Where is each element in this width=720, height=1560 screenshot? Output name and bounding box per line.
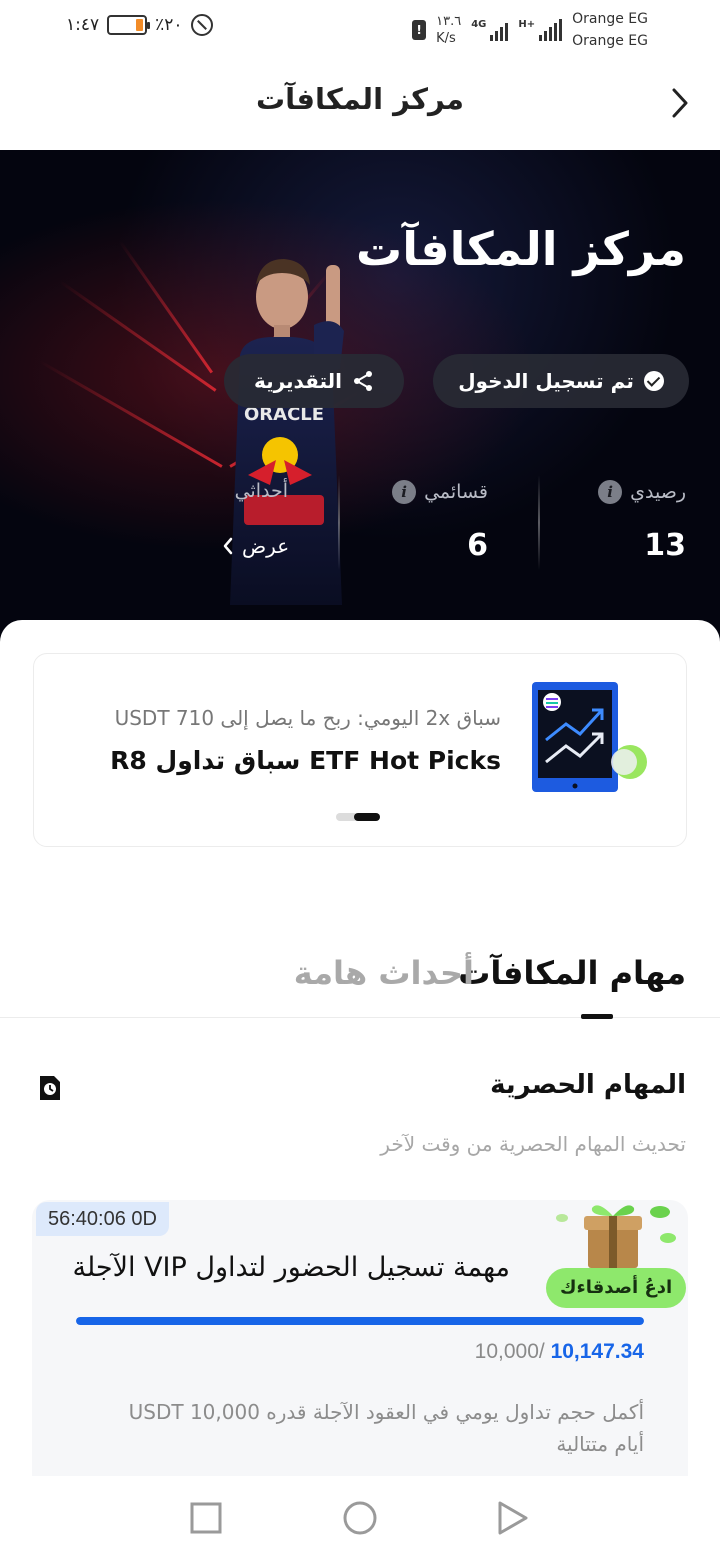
alert-icon: ! xyxy=(412,20,427,40)
coupons-value: 6 xyxy=(467,528,488,563)
section-subtitle: تحديث المهام الحصرية من وقت لآخر xyxy=(380,1132,686,1156)
signed-in-button[interactable]: تم تسجيل الدخول xyxy=(433,354,689,408)
promo-carousel-card[interactable]: سباق 2x اليومي: ربح ما يصل إلى USDT 710 … xyxy=(33,653,687,847)
hero-banner: ORACLE مركز المكافآت تم تسجيل الدخول الت… xyxy=(0,150,720,650)
page-title: مركز المكافآت xyxy=(255,82,465,116)
battery-fill xyxy=(135,19,144,31)
status-bar: ١:٤٧ ٪٢٠ ! ١٣.٦ K/s 4G H+ Orange EG Oran… xyxy=(0,0,720,56)
back-triangle-icon[interactable] xyxy=(496,1500,530,1536)
status-right: ! ١٣.٦ K/s 4G H+ Orange EG Orange EG xyxy=(412,8,648,52)
balance-stat: رصيدي i xyxy=(598,480,686,504)
content-sheet: سباق 2x اليومي: ربح ما يصل إلى USDT 710 … xyxy=(0,620,720,1480)
info-icon[interactable]: i xyxy=(598,480,623,504)
status-left: ١:٤٧ ٪٢٠ xyxy=(66,14,213,36)
view-events-link[interactable]: عرض xyxy=(222,534,289,558)
progress-fill xyxy=(76,1317,644,1325)
tab-reward-tasks[interactable]: مهام المكافآت xyxy=(458,954,686,992)
hero-title: مركز المكافآت xyxy=(356,222,686,276)
section-title: المهام الحصرية xyxy=(490,1070,686,1100)
network-type-4g: 4G xyxy=(471,19,487,30)
divider xyxy=(538,475,540,570)
coupons-stat: قسائمي i xyxy=(392,480,488,504)
tab-bar: مهام المكافآت أحداث هامة xyxy=(0,950,720,1019)
chevron-left-icon xyxy=(223,537,233,555)
active-tab-indicator xyxy=(581,1014,613,1019)
recents-square-icon[interactable] xyxy=(190,1502,222,1534)
events-label: أحداثي xyxy=(234,480,288,502)
home-circle-icon[interactable] xyxy=(342,1500,378,1536)
events-stat: أحداثي xyxy=(235,480,288,502)
tab-major-events[interactable]: أحداث هامة xyxy=(294,954,474,992)
carrier-2: Orange EG xyxy=(572,33,648,49)
network-type-h: H+ xyxy=(518,19,536,30)
balance-label: رصيدي xyxy=(630,481,686,503)
task-amounts: 10,000/ 10,147.34 xyxy=(475,1340,644,1364)
network-speed: ١٣.٦ K/s xyxy=(436,13,461,47)
battery-percent: ٪٢٠ xyxy=(155,15,183,35)
history-icon[interactable] xyxy=(37,1074,63,1102)
countdown-timer: 56:40:06 0D xyxy=(36,1202,169,1236)
signal-4g-icon: 4G xyxy=(471,19,509,41)
share-label: التقديرية xyxy=(253,369,343,393)
signal-h-icon: H+ xyxy=(518,19,563,41)
carousel-indicator xyxy=(336,813,380,821)
current-amount: 10,147.34 xyxy=(550,1340,644,1363)
task-title: مهمة تسجيل الحضور لتداول VIP الآجلة xyxy=(72,1252,510,1283)
info-icon[interactable]: i xyxy=(392,480,417,504)
chevron-right-icon[interactable] xyxy=(668,86,692,120)
trading-tablet-icon xyxy=(532,682,647,792)
speed-unit: K/s xyxy=(436,31,456,46)
divider xyxy=(338,475,340,570)
view-label: عرض xyxy=(242,534,290,558)
carousel-dot-active[interactable] xyxy=(354,813,380,821)
promo-subtitle: سباق 2x اليومي: ربح ما يصل إلى USDT 710 xyxy=(114,706,501,730)
do-not-disturb-icon xyxy=(190,14,213,36)
promo-title: ETF Hot Picks سباق تداول R8 xyxy=(110,746,501,775)
balance-value: 13 xyxy=(644,528,686,563)
task-description: أكمل حجم تداول يومي في العقود الآجلة قدر… xyxy=(128,1400,644,1456)
speed-value: ١٣.٦ xyxy=(436,14,462,29)
carrier-names: Orange EG Orange EG xyxy=(572,8,648,52)
battery-icon xyxy=(107,15,151,35)
task-card[interactable]: 56:40:06 0D ادعُ أصدقاءك مهمة تسجيل الحض… xyxy=(32,1200,688,1480)
invite-friends-badge[interactable]: ادعُ أصدقاءك xyxy=(546,1268,687,1308)
coupons-label: قسائمي xyxy=(424,481,488,503)
target-amount: 10,000/ xyxy=(474,1340,545,1363)
share-button[interactable]: التقديرية xyxy=(224,354,404,408)
carrier-1: Orange EG xyxy=(572,11,648,27)
top-app-bar: مركز المكافآت xyxy=(0,56,720,150)
signed-in-label: تم تسجيل الدخول xyxy=(458,369,634,393)
task-progress-bar xyxy=(76,1317,644,1325)
system-navigation-bar xyxy=(0,1476,720,1560)
gift-box-icon xyxy=(556,1205,676,1268)
share-icon xyxy=(354,371,373,391)
check-circle-icon xyxy=(643,371,664,391)
clock: ١:٤٧ xyxy=(66,15,100,35)
